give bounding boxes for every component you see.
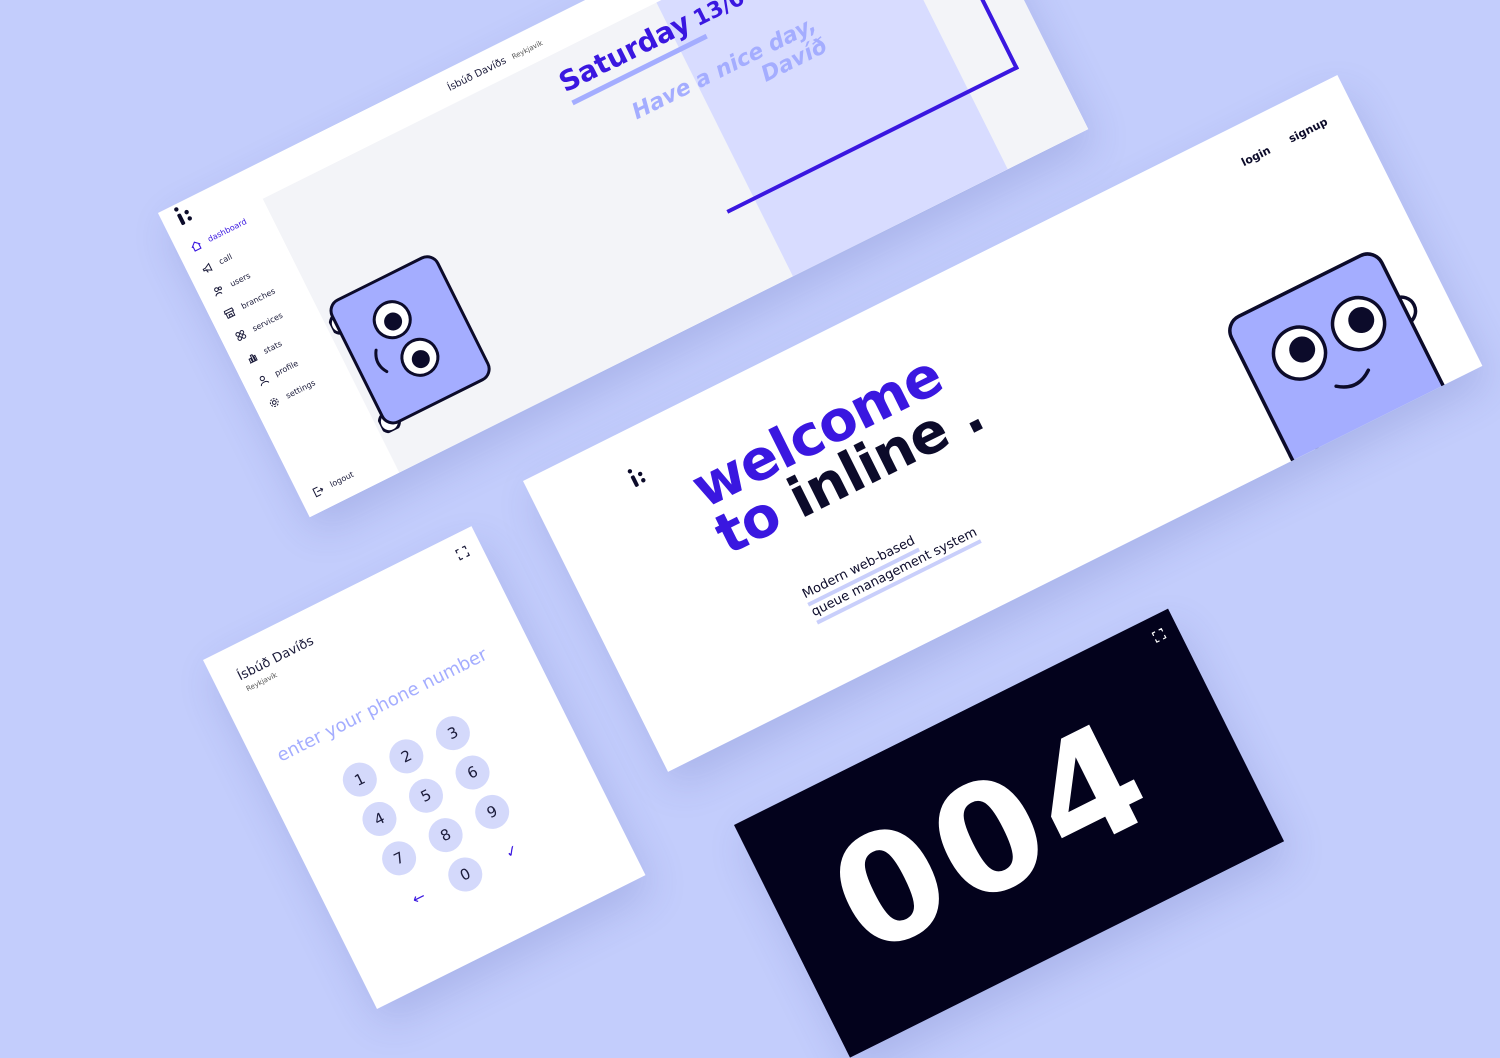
login-link[interactable]: login bbox=[1239, 144, 1272, 169]
logout-label: logout bbox=[328, 469, 356, 490]
expand-icon[interactable] bbox=[454, 545, 471, 561]
logout-button[interactable]: logout bbox=[311, 469, 356, 499]
welcome-nav: login signup bbox=[1239, 115, 1329, 169]
headline-dot: . bbox=[946, 380, 994, 448]
keypad-key-0[interactable]: 0 bbox=[442, 851, 489, 898]
dashboard-user-location: Reykjavík bbox=[510, 39, 545, 62]
keypad-key-2[interactable]: 2 bbox=[383, 733, 430, 780]
keypad: 1 2 3 4 5 6 7 8 9 ← 0 ✓ bbox=[337, 709, 536, 920]
expand-icon[interactable] bbox=[1151, 627, 1167, 643]
keypad-key-9[interactable]: 9 bbox=[469, 789, 515, 835]
welcome-tagline: Modern web-based queue management system bbox=[800, 507, 982, 625]
keypad-key-1[interactable]: 1 bbox=[337, 756, 383, 803]
keypad-key-3[interactable]: 3 bbox=[430, 710, 476, 756]
chart-icon bbox=[248, 354, 258, 364]
keypad-key-5[interactable]: 5 bbox=[403, 772, 449, 819]
home-icon bbox=[191, 241, 202, 252]
grid-icon bbox=[235, 329, 247, 341]
sidebar-item-label: users bbox=[228, 270, 252, 289]
keypad-backspace-button[interactable]: ← bbox=[396, 875, 442, 921]
sidebar-item-label: settings bbox=[284, 378, 317, 401]
mascot-illustration bbox=[1228, 252, 1447, 469]
keypad-key-7[interactable]: 7 bbox=[376, 835, 422, 882]
inline-logo[interactable] bbox=[625, 462, 653, 493]
megaphone-icon bbox=[202, 262, 213, 273]
phone-entry-card: Ísbúð Davíðs Reykjavík enter your phone … bbox=[203, 526, 646, 1010]
sidebar-item-label: call bbox=[217, 252, 234, 267]
keypad-key-6[interactable]: 6 bbox=[449, 749, 496, 796]
sidebar-item-label: stats bbox=[262, 339, 284, 356]
users-icon bbox=[214, 286, 223, 297]
keypad-key-4[interactable]: 4 bbox=[356, 796, 403, 842]
keypad-key-8[interactable]: 8 bbox=[422, 812, 469, 858]
keypad-confirm-button[interactable]: ✓ bbox=[489, 829, 535, 875]
queue-number: 004 bbox=[805, 686, 1180, 990]
logout-icon bbox=[312, 486, 324, 498]
signup-link[interactable]: signup bbox=[1287, 115, 1330, 145]
inline-logo-icon bbox=[627, 469, 646, 487]
gear-icon bbox=[269, 398, 279, 407]
user-icon bbox=[259, 375, 270, 387]
sidebar-item-label: profile bbox=[273, 358, 300, 379]
store-icon bbox=[223, 307, 236, 320]
